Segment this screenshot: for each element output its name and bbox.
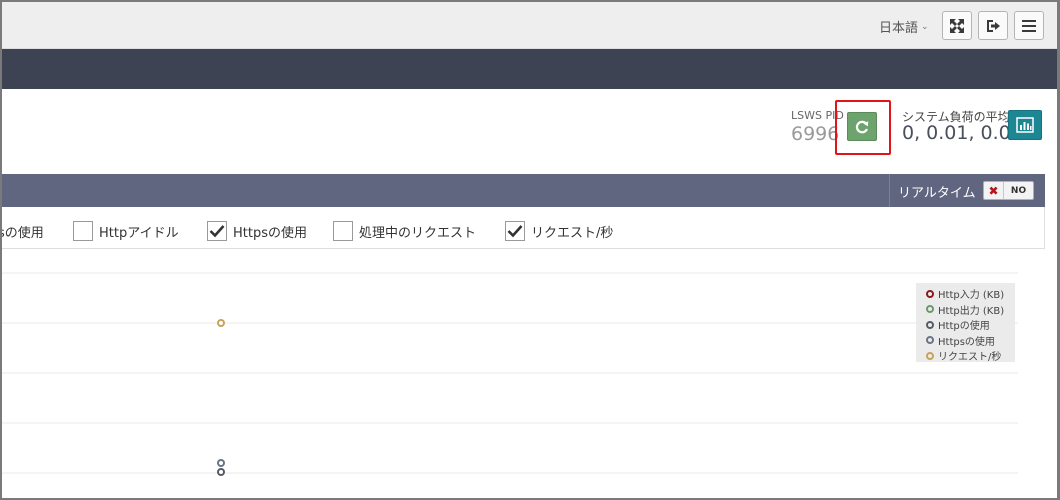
load-average-value: 0, 0.01, 0.05 — [902, 122, 1023, 144]
series-checkbox-row: sの使用 Httpアイドル Httpsの使用 処理中のリクエスト リクエスト/秒 — [0, 207, 1045, 249]
restart-button[interactable] — [847, 112, 877, 141]
legend-dot-icon — [926, 336, 934, 345]
close-icon: ✖ — [984, 182, 1004, 199]
header-divider — [889, 174, 890, 207]
checkbox-label: 処理中のリクエスト — [359, 225, 477, 241]
checkbox-label: sの使用 — [0, 225, 44, 241]
language-selector[interactable]: 日本語 ⌄ — [879, 17, 929, 36]
refresh-icon — [855, 120, 869, 133]
legend-item: Httpの使用 — [926, 317, 1015, 333]
logout-icon — [987, 19, 1000, 32]
realtime-chart — [0, 272, 1018, 476]
checkbox-label: Httpsの使用 — [233, 225, 307, 241]
menu-button[interactable] — [1014, 11, 1044, 40]
realtime-toggle[interactable]: ✖ NO — [983, 181, 1034, 200]
checkbox[interactable] — [505, 221, 525, 241]
checkmark-icon — [209, 225, 225, 238]
legend-item: Http出力 (KB) — [926, 302, 1015, 318]
checkbox-http-usage[interactable]: sの使用 — [0, 221, 44, 241]
legend-label: Httpsの使用 — [938, 336, 995, 348]
checkbox[interactable] — [73, 221, 93, 241]
data-point-https-usage — [217, 459, 225, 467]
checkmark-icon — [507, 225, 523, 238]
legend-label: リクエスト/秒 — [938, 352, 1002, 364]
legend-dot-icon — [926, 320, 934, 329]
chart-gridlines — [0, 272, 1018, 474]
logout-button[interactable] — [978, 11, 1008, 40]
chevron-down-icon: ⌄ — [921, 21, 929, 32]
checkbox[interactable] — [207, 221, 227, 241]
legend-label: Http入力 (KB) — [938, 290, 1005, 302]
legend-item: Httpsの使用 — [926, 333, 1015, 349]
legend-item: Http入力 (KB) — [926, 286, 1015, 302]
checkbox[interactable] — [333, 221, 353, 241]
bar-chart-icon — [1016, 117, 1034, 133]
language-label: 日本語 — [879, 21, 919, 36]
realtime-label: リアルタイム — [898, 186, 976, 201]
nav-bar — [0, 49, 1060, 89]
top-bar: 日本語 ⌄ — [0, 0, 1060, 49]
fullscreen-button[interactable] — [942, 11, 972, 40]
realtime-toggle-state: NO — [1010, 185, 1027, 196]
checkbox-requests-per-sec[interactable]: リクエスト/秒 — [505, 221, 613, 241]
checkbox-http-idle[interactable]: Httpアイドル — [73, 221, 179, 241]
menu-icon — [1022, 19, 1036, 32]
chart-legend: Http入力 (KB) Http出力 (KB) Httpの使用 Httpsの使用 リクエ… — [916, 283, 1015, 364]
legend-dot-icon — [926, 305, 934, 314]
legend-label: Http出力 (KB) — [938, 305, 1005, 317]
pid-value: 6996 — [791, 123, 840, 145]
data-point-http-usage — [217, 468, 225, 476]
stats-chart-button[interactable] — [1008, 110, 1042, 140]
data-point-requests-per-sec — [217, 319, 225, 327]
legend-label: Httpの使用 — [938, 321, 990, 333]
checkbox-processing-requests[interactable]: 処理中のリクエスト — [333, 221, 476, 241]
checkbox-label: リクエスト/秒 — [531, 225, 614, 241]
legend-item: リクエスト/秒 — [926, 348, 1015, 364]
legend-dot-icon — [926, 351, 934, 360]
legend-dot-icon — [926, 289, 934, 298]
expand-icon — [950, 18, 964, 33]
checkbox-label: Httpアイドル — [99, 225, 179, 241]
checkbox-https-usage[interactable]: Httpsの使用 — [207, 221, 307, 241]
